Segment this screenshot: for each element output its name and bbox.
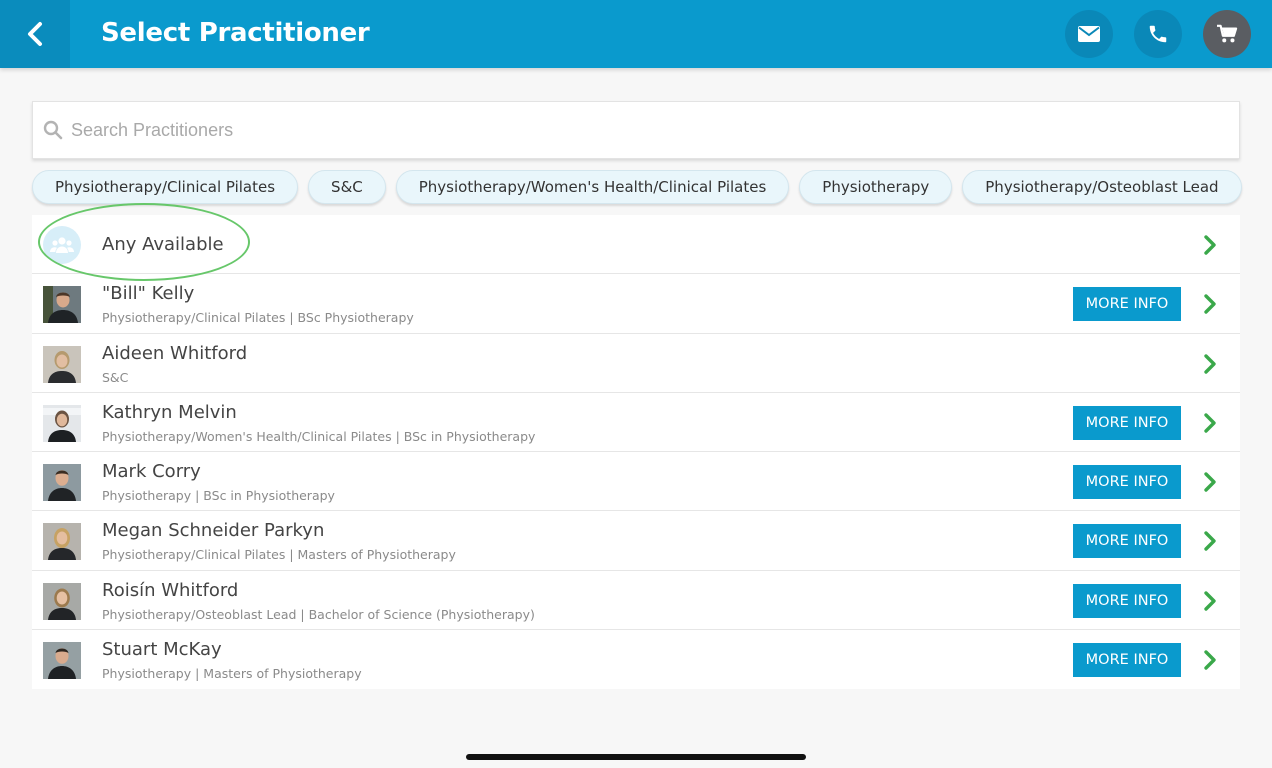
group-icon: [43, 226, 81, 264]
chevron-right-icon: [1204, 472, 1216, 492]
more-info-button[interactable]: MORE INFO: [1073, 583, 1181, 618]
practitioner-name: Megan Schneider Parkyn: [102, 520, 325, 542]
avatar: [43, 404, 81, 442]
avatar: [43, 582, 81, 620]
chevron-right-icon: [1204, 235, 1216, 255]
chip-physiotherapy[interactable]: Physiotherapy: [799, 170, 953, 204]
practitioner-row[interactable]: Kathryn Melvin Physiotherapy/Women's Hea…: [32, 393, 1240, 453]
practitioner-row[interactable]: Stuart McKay Physiotherapy | Masters of …: [32, 630, 1240, 689]
more-info-button[interactable]: MORE INFO: [1073, 405, 1181, 440]
chip-physio-osteoblast-lead[interactable]: Physiotherapy/Osteoblast Lead: [962, 170, 1242, 204]
any-available-label: Any Available: [102, 234, 224, 255]
specialty-filter-chips: Physiotherapy/Clinical Pilates S&C Physi…: [32, 170, 1242, 204]
avatar: [43, 464, 81, 502]
cart-icon: [1217, 24, 1238, 43]
practitioner-row[interactable]: Mark Corry Physiotherapy | BSc in Physio…: [32, 452, 1240, 512]
more-info-button[interactable]: MORE INFO: [1073, 287, 1181, 322]
chevron-right-icon: [1204, 531, 1216, 552]
chevron-right-icon: [1204, 650, 1216, 670]
more-info-button[interactable]: MORE INFO: [1073, 524, 1181, 559]
app-header: Select Practitioner: [0, 0, 1272, 68]
practitioner-list: Any Available "Bill" Kelly Physiotherapy…: [32, 215, 1240, 690]
more-info-button[interactable]: MORE INFO: [1073, 643, 1181, 678]
chip-physio-clinical-pilates[interactable]: Physiotherapy/Clinical Pilates: [32, 170, 299, 204]
practitioner-details: Physiotherapy | Masters of Physiotherapy: [102, 666, 362, 682]
practitioner-name: "Bill" Kelly: [102, 283, 195, 305]
avatar: [43, 523, 81, 561]
more-info-button[interactable]: MORE INFO: [1073, 465, 1181, 500]
email-button[interactable]: [1065, 10, 1113, 58]
envelope-icon: [1078, 26, 1100, 42]
phone-button[interactable]: [1134, 10, 1182, 58]
practitioner-name: Aideen Whitford: [102, 342, 248, 364]
practitioner-details: Physiotherapy/Clinical Pilates | Masters…: [102, 547, 456, 563]
practitioner-details: Physiotherapy/Osteoblast Lead | Bachelor…: [102, 606, 535, 622]
practitioner-row[interactable]: Aideen Whitford S&C: [32, 334, 1240, 393]
chip-s-and-c[interactable]: S&C: [308, 170, 386, 204]
practitioner-row[interactable]: Megan Schneider Parkyn Physiotherapy/Cli…: [32, 511, 1240, 571]
back-button[interactable]: [0, 0, 70, 68]
search-bar: [32, 101, 1240, 159]
avatar: [43, 642, 81, 680]
chevron-left-icon: [28, 22, 42, 46]
chip-physio-womens-health[interactable]: Physiotherapy/Women's Health/Clinical Pi…: [395, 170, 790, 204]
avatar: [43, 286, 81, 324]
cart-button[interactable]: [1203, 10, 1251, 58]
practitioner-details: S&C: [102, 369, 129, 385]
practitioner-details: Physiotherapy | BSc in Physiotherapy: [102, 488, 335, 504]
practitioner-details: Physiotherapy/Clinical Pilates | BSc Phy…: [102, 310, 414, 326]
page-title: Select Practitioner: [101, 18, 370, 48]
chevron-right-icon: [1204, 294, 1216, 314]
search-icon: [43, 120, 63, 140]
any-available-row[interactable]: Any Available: [32, 215, 1240, 275]
search-input[interactable]: [71, 119, 1171, 141]
practitioner-name: Roisín Whitford: [102, 579, 239, 601]
practitioner-row[interactable]: "Bill" Kelly Physiotherapy/Clinical Pila…: [32, 274, 1240, 334]
chevron-right-icon: [1204, 353, 1216, 374]
practitioner-details: Physiotherapy/Women's Health/Clinical Pi…: [102, 428, 536, 444]
practitioner-name: Stuart McKay: [102, 639, 222, 661]
home-indicator[interactable]: [466, 754, 806, 760]
chevron-right-icon: [1204, 591, 1216, 611]
practitioner-row[interactable]: Roisín Whitford Physiotherapy/Osteoblast…: [32, 571, 1240, 631]
chevron-right-icon: [1204, 413, 1216, 433]
avatar: [43, 345, 81, 383]
phone-icon: [1149, 25, 1167, 43]
practitioner-name: Mark Corry: [102, 461, 201, 483]
practitioner-name: Kathryn Melvin: [102, 401, 237, 423]
